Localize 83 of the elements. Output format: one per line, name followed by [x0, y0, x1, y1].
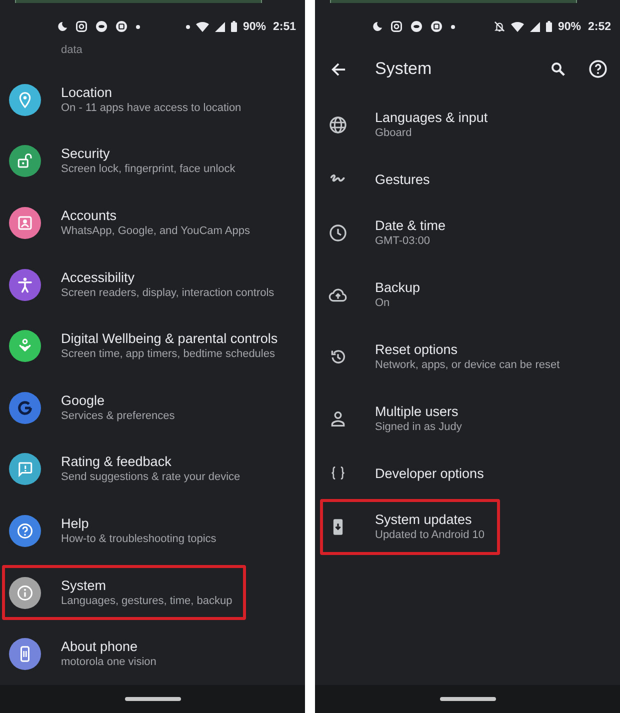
screen-title: System: [375, 58, 432, 80]
disc-icon: [411, 21, 422, 32]
item-subtitle: Screen lock, fingerprint, face unlock: [61, 162, 236, 178]
item-subtitle: How-to & troubleshooting topics: [61, 532, 216, 547]
settings-item[interactable]: Digital Wellbeing & parental controls Screen time, app timers, bedtime schedules: [2, 318, 292, 374]
item-title: Reset options: [375, 341, 459, 358]
item-subtitle: On: [375, 296, 391, 311]
item-title: Gestures: [375, 170, 430, 188]
battery-percentage: 90%: [242, 20, 266, 34]
photo-icon: [431, 21, 442, 32]
settings-item[interactable]: Languages & input Gboard: [320, 97, 504, 153]
home-handle[interactable]: [124, 697, 180, 701]
item-title: Help: [61, 514, 90, 532]
item-subtitle: motorola one vision: [61, 655, 156, 670]
item-subtitle: On - 11 apps have access to location: [61, 100, 242, 116]
item-subtitle: Screen readers, display, interaction controls: [61, 286, 274, 301]
item-subtitle: Languages, gestures, time, backup: [61, 594, 232, 609]
camera-icon: [76, 21, 87, 32]
wifi-icon: [510, 21, 524, 32]
item-title: Security: [61, 145, 111, 162]
item-subtitle: WhatsApp, Google, and YouCam Apps: [61, 224, 250, 239]
wifi-icon: [196, 21, 209, 32]
settings-item[interactable]: Developer options: [320, 453, 500, 493]
battery-percentage: 90%: [558, 20, 581, 34]
item-subtitle: Send suggestions & rate your device: [61, 470, 240, 486]
settings-item[interactable]: Rating & feedback Send suggestions & rate your device: [2, 442, 254, 498]
signal-icon: [214, 22, 225, 32]
signal-icon: [530, 22, 540, 32]
item-subtitle: Signed in as Judy: [375, 420, 462, 435]
photo-icon: [116, 21, 127, 32]
disc-icon: [96, 21, 107, 32]
item-subtitle: Network, apps, or device can be reset: [375, 358, 560, 373]
settings-item[interactable]: Multiple users Signed in as Judy: [320, 391, 478, 447]
clock-time: 2:51: [272, 20, 296, 34]
globe-icon: [328, 115, 348, 135]
settings-item[interactable]: Accounts WhatsApp, Google, and YouCam Apps: [2, 195, 264, 251]
item-subtitle: Updated to Android 10: [375, 528, 484, 543]
settings-item[interactable]: Accessibility Screen readers, display, interaction controls: [2, 256, 288, 312]
item-title: Rating & feedback: [61, 453, 172, 470]
item-subtitle: Gboard: [375, 126, 413, 141]
dot-icon: [136, 24, 140, 28]
item-title: System updates: [375, 511, 473, 528]
battery-icon: [546, 21, 552, 32]
settings-item[interactable]: Date & time GMT-03:00: [320, 205, 462, 261]
settings-item[interactable]: About phone motorola one vision: [2, 626, 170, 682]
item-subtitle: Screen time, app timers, bedtime schedules: [61, 347, 276, 362]
muted-bell-icon: [494, 21, 505, 32]
settings-item[interactable]: Help How-to & troubleshooting topics: [2, 503, 230, 559]
item-title: Date & time: [375, 217, 446, 234]
home-handle[interactable]: [440, 697, 496, 701]
camera-icon: [391, 21, 402, 32]
settings-item[interactable]: Reset options Network, apps, or device can be reset: [320, 329, 576, 385]
item-title: Backup: [375, 279, 420, 296]
item-title: Accessibility: [61, 268, 136, 286]
clock-icon: [328, 223, 348, 243]
settings-item[interactable]: System Languages, gestures, time, backup: [2, 564, 246, 620]
item-title: System: [61, 576, 108, 594]
settings-item[interactable]: Location On - 11 apps have access to location: [2, 72, 256, 128]
item-title: Multiple users: [375, 403, 460, 420]
moon-icon: [373, 22, 382, 31]
item-subtitle: GMT-03:00: [375, 234, 432, 249]
item-title: Accounts: [61, 206, 118, 224]
settings-item[interactable]: Gestures: [320, 159, 446, 199]
settings-item[interactable]: System updates Updated to Android 10: [320, 499, 500, 555]
item-title: Location: [61, 84, 114, 101]
dot-icon: [186, 24, 190, 28]
back-arrow-icon: [330, 62, 346, 76]
cut-off-subtitle: data: [61, 44, 82, 56]
clock-time: 2:52: [588, 20, 611, 34]
item-title: About phone: [61, 638, 139, 656]
item-title: Google: [61, 392, 106, 409]
battery-icon: [230, 21, 237, 32]
item-subtitle: Services & preferences: [61, 408, 175, 424]
settings-item[interactable]: Google Services & preferences: [2, 380, 189, 436]
moon-icon: [58, 22, 67, 31]
item-title: Digital Wellbeing & parental controls: [61, 330, 278, 348]
item-title: Developer options: [375, 464, 484, 482]
search-icon: [551, 62, 565, 76]
settings-item[interactable]: Backup On: [320, 267, 436, 323]
item-title: Languages & input: [375, 109, 488, 126]
help-icon: [589, 60, 607, 78]
settings-item[interactable]: Security Screen lock, fingerprint, face unlock: [2, 134, 250, 190]
dot-icon: [451, 24, 455, 28]
